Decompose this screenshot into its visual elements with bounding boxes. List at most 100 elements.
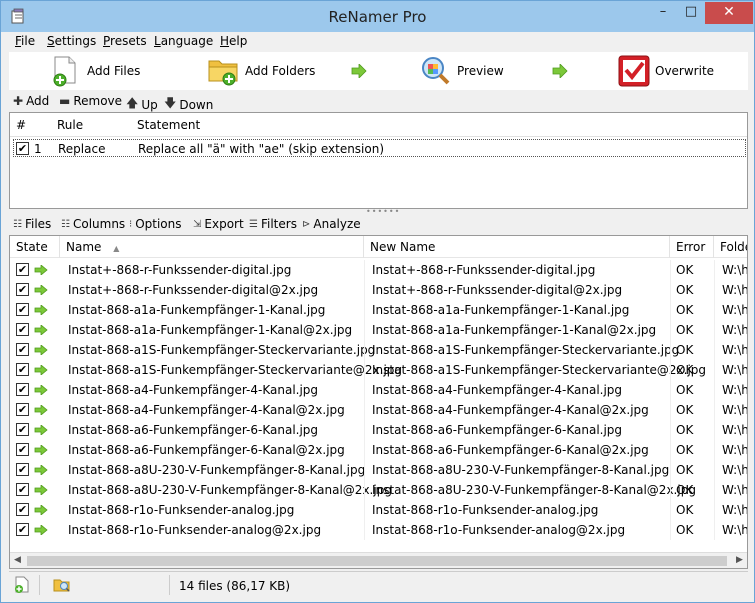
menu-file[interactable]: File — [15, 34, 35, 48]
column-divider — [714, 320, 715, 340]
rule-number: 1 — [34, 142, 42, 156]
col-state[interactable]: State — [10, 236, 60, 258]
file-row[interactable]: ✔ Instat-868-r1o-Funksender-analog.jpg Ins… — [10, 500, 747, 520]
folder-search-icon[interactable] — [53, 576, 71, 594]
file-row[interactable]: ✔ Instat-868-a4-Funkempfänger-4-Kanal.jpg… — [10, 380, 747, 400]
file-row[interactable]: ✔ Instat-868-a1S-Funkempfänger-Steckervar… — [10, 360, 748, 380]
rule-row[interactable]: ✔ 1 Replace Replace all "ä" with "ae" (s… — [13, 139, 746, 157]
column-divider — [670, 480, 671, 500]
file-row[interactable]: ✔ Instat+-868-r-Funkssender-digital@2x.jp… — [10, 280, 747, 300]
file-row[interactable]: ✔ Instat-868-a1S-Funkempfänger-Steckervar… — [10, 340, 747, 360]
rules-col-rule[interactable]: Rule — [57, 118, 83, 132]
menu-help[interactable]: Help — [220, 34, 247, 48]
file-checkbox[interactable]: ✔ — [16, 443, 29, 456]
file-name: Instat+-868-r-Funkssender-digital@2x.jpg — [68, 283, 319, 297]
file-checkbox[interactable]: ✔ — [16, 263, 29, 276]
scroll-right-icon[interactable]: ▶ — [736, 555, 743, 565]
files-list[interactable]: State Name ▲ New Name Error Folde ✔ Insta… — [9, 235, 748, 569]
scrollbar-thumb[interactable] — [27, 556, 727, 566]
file-row[interactable]: ✔ Instat-868-a1a-Funkempfänger-1-Kanal.jp… — [10, 300, 748, 320]
checkmark-icon — [618, 55, 650, 87]
files-menu-button[interactable]: ☷ Files — [13, 217, 51, 231]
file-row[interactable]: ✔ Instat-868-a8U-230-V-Funkempfänger-8-Ka… — [10, 460, 747, 480]
file-checkbox[interactable]: ✔ — [16, 483, 29, 496]
file-row[interactable]: ✔ Instat-868-a6-Funkempfänger-6-Kanal@2x.… — [10, 440, 747, 460]
col-folder[interactable]: Folde — [714, 236, 747, 258]
menu-presets[interactable]: Presets — [103, 34, 147, 48]
menu-presets-accel: P — [103, 34, 111, 48]
file-new-name: Instat-868-a1S-Funkempfänger-Steckervari… — [372, 343, 680, 357]
file-checkbox[interactable]: ✔ — [16, 463, 29, 476]
file-name: Instat-868-a1a-Funkempfänger-1-Kanal@2x.… — [68, 323, 353, 337]
file-row[interactable]: ✔ Instat-868-a1a-Funkempfänger-1-Kanal@2x… — [10, 320, 747, 340]
menu-settings[interactable]: Settings — [47, 34, 96, 48]
column-divider — [364, 460, 365, 480]
column-divider — [364, 440, 365, 460]
file-name: Instat-868-a4-Funkempfänger-4-Kanal@2x.j… — [68, 403, 345, 417]
rules-col-num[interactable]: # — [16, 118, 26, 132]
add-files-button[interactable]: Add Files — [49, 54, 140, 88]
file-folder: W:\h — [722, 263, 748, 277]
add-rule-button[interactable]: ✚ Add — [13, 94, 49, 108]
col-new-name[interactable]: New Name — [364, 236, 670, 258]
preview-button[interactable]: Preview — [419, 54, 504, 88]
file-new-name: Instat+-868-r-Funkssender-digital@2x.jpg — [372, 283, 623, 297]
column-divider — [364, 260, 365, 280]
options-menu-button[interactable]: ⁝ Options — [129, 217, 182, 231]
file-checkbox[interactable]: ✔ — [16, 283, 29, 296]
column-divider — [714, 280, 715, 300]
filters-menu-button[interactable]: ☰ Filters — [249, 217, 297, 231]
file-checkbox[interactable]: ✔ — [16, 363, 29, 376]
file-name: Instat-868-a8U-230-V-Funkempfänger-8-Kan… — [68, 463, 366, 477]
file-checkbox[interactable]: ✔ — [16, 343, 29, 356]
maximize-button[interactable]: □ — [677, 2, 705, 24]
horizontal-scrollbar[interactable]: ◀ ▶ — [10, 552, 747, 568]
file-row[interactable]: ✔ Instat-868-a4-Funkempfänger-4-Kanal@2x.… — [10, 400, 747, 420]
export-menu-button[interactable]: ⇲ Export — [193, 217, 244, 231]
columns-menu-button[interactable]: ☷ Columns — [61, 217, 125, 231]
file-new-name: Instat-868-a4-Funkempfänger-4-Kanal.jpg — [372, 383, 623, 397]
close-button[interactable]: ✕ — [705, 2, 753, 24]
panel-splitter[interactable]: •••••• — [366, 208, 399, 216]
menu-language[interactable]: Language — [154, 34, 213, 48]
title-bar[interactable]: ReNamer Pro – □ ✕ — [1, 1, 754, 32]
add-folders-button[interactable]: Add Folders — [207, 54, 315, 88]
rules-col-statement[interactable]: Statement — [137, 118, 200, 132]
file-row[interactable]: ✔ Instat+-868-r-Funkssender-digital.jpg In… — [10, 260, 748, 280]
file-checkbox[interactable]: ✔ — [16, 383, 29, 396]
file-new-name: Instat-868-a8U-230-V-Funkempfänger-8-Kan… — [372, 483, 696, 497]
scroll-left-icon[interactable]: ◀ — [14, 555, 21, 565]
overwrite-button[interactable]: Overwrite — [617, 54, 714, 88]
file-checkbox[interactable]: ✔ — [16, 503, 29, 516]
file-error: OK — [676, 523, 694, 537]
col-name[interactable]: Name ▲ — [60, 236, 364, 258]
file-folder: W:\h — [722, 363, 748, 377]
options-icon: ⁝ — [129, 218, 133, 230]
file-checkbox[interactable]: ✔ — [16, 423, 29, 436]
file-checkbox[interactable]: ✔ — [16, 523, 29, 536]
minimize-button[interactable]: – — [649, 2, 677, 24]
file-error: OK — [676, 443, 694, 457]
file-row[interactable]: ✔ Instat-868-r1o-Funksender-analog@2x.jpg… — [10, 520, 747, 540]
rules-list[interactable]: # Rule Statement ✔ 1 Replace Replace all… — [9, 112, 748, 209]
menu-help-label: elp — [229, 34, 248, 48]
column-divider — [670, 360, 671, 380]
columns-menu-label: Columns — [72, 217, 126, 231]
file-folder: W:\h — [722, 303, 748, 317]
rule-checkbox[interactable]: ✔ — [16, 142, 29, 155]
file-row[interactable]: ✔ Instat-868-a8U-230-V-Funkempfänger-8-Ka… — [10, 480, 747, 500]
file-checkbox[interactable]: ✔ — [16, 323, 29, 336]
column-divider — [670, 420, 671, 440]
file-new-name: Instat-868-a8U-230-V-Funkempfänger-8-Kan… — [372, 463, 670, 477]
remove-rule-button[interactable]: ▬ Remove — [59, 94, 122, 108]
add-file-small-icon[interactable] — [13, 576, 31, 594]
menu-language-accel: L — [154, 34, 161, 48]
file-checkbox[interactable]: ✔ — [16, 303, 29, 316]
ready-arrow-icon — [34, 405, 48, 415]
analyze-menu-button[interactable]: ⊳ Analyze — [302, 217, 361, 231]
rule-statement: Replace all "ä" with "ae" (skip extensio… — [138, 142, 385, 156]
file-row[interactable]: ✔ Instat-868-a6-Funkempfänger-6-Kanal.jpg… — [10, 420, 747, 440]
column-divider — [364, 340, 365, 360]
col-error[interactable]: Error — [670, 236, 714, 258]
file-checkbox[interactable]: ✔ — [16, 403, 29, 416]
